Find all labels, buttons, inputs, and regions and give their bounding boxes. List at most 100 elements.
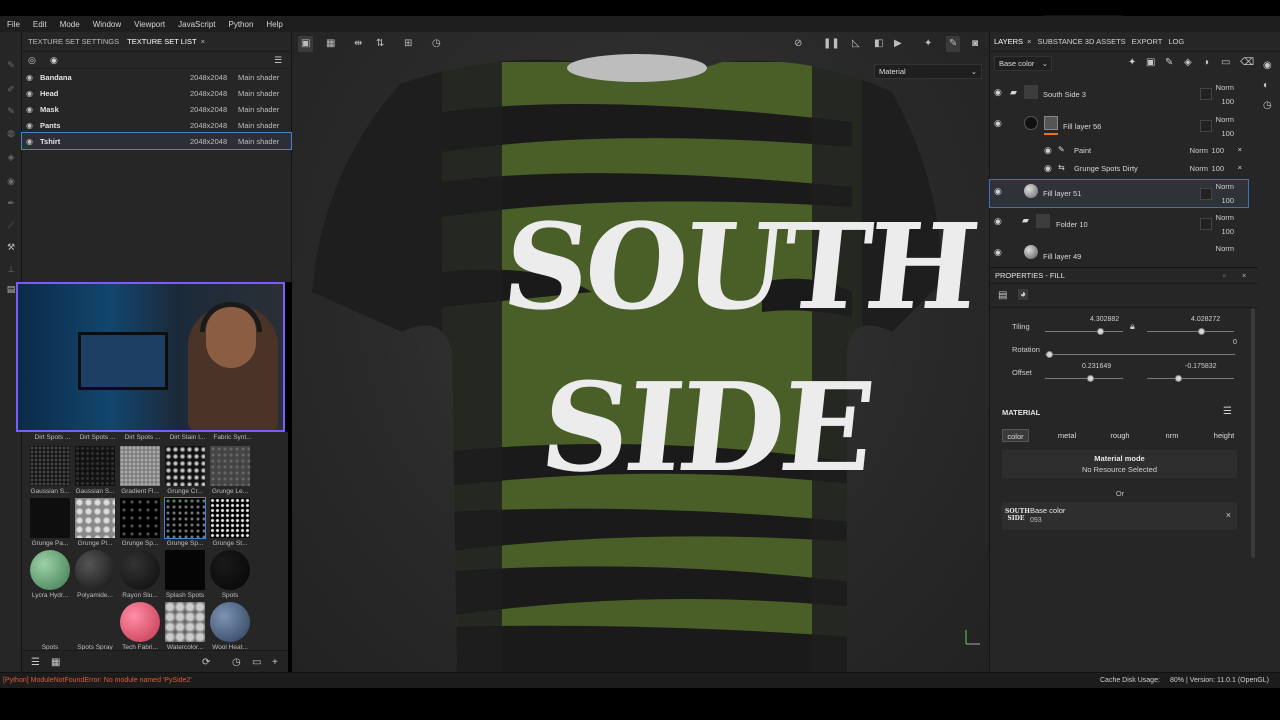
texture-set-shader[interactable]: Main shader [238,121,279,130]
blend-mode[interactable]: Norm [1216,182,1234,191]
rotation-slider[interactable] [1045,354,1235,355]
eye-settings-icon[interactable]: ◉ [1263,60,1272,71]
uv-settings-icon[interactable]: ▤ [998,290,1007,301]
offset-v-slider[interactable] [1147,378,1234,379]
smudge-tool-icon[interactable]: ◈ [6,152,16,162]
shelf-thumbnail[interactable] [120,498,160,538]
shelf-thumbnail[interactable] [75,446,115,486]
shelf-thumbnail[interactable] [30,550,70,590]
shelf-icon[interactable]: ▤ [6,284,16,294]
filter-list-icon[interactable]: ☰ [31,657,40,668]
shelf-thumbnail[interactable] [165,446,205,486]
layer-row-selected[interactable]: ◉ Fill layer 51 Norm 100 [989,179,1249,208]
list-item-selected[interactable]: ◉ Tshirt 2048x2048 Main shader [21,132,292,150]
filter-list-icon[interactable]: ☰ [1223,406,1232,417]
menu-file[interactable]: File [7,20,20,29]
layer-opacity[interactable]: 100 [1221,97,1234,106]
rotation-knob[interactable] [1046,351,1053,358]
channel-rough-button[interactable]: rough [1107,429,1133,442]
eye-icon[interactable]: ◉ [26,105,40,114]
channel-color-button[interactable]: color [1002,429,1029,442]
properties-scrollbar[interactable] [1251,308,1255,558]
layer-row[interactable]: ◉ ▰ Folder 10 Norm 100 [990,210,1248,238]
channel-height-button[interactable]: height [1209,429,1239,442]
menu-edit[interactable]: Edit [33,20,47,29]
paint-brush-tool-icon[interactable]: ✎ [6,60,16,70]
offset-u-slider[interactable] [1045,378,1123,379]
eye-icon[interactable]: ◉ [1044,145,1052,156]
tiling-u-knob[interactable] [1097,328,1104,335]
layer-name[interactable]: Grunge Spots Dirty [1074,164,1138,173]
list-item[interactable]: ◉ Head 2048x2048 Main shader [22,85,291,101]
menu-lines-icon[interactable]: ☰ [274,55,282,66]
layer-opacity[interactable]: 100 [1211,164,1224,173]
layer-opacity[interactable]: 100 [1211,146,1224,155]
polygon-fill-icon[interactable]: ⟋ [6,220,16,230]
shelf-thumbnail[interactable] [75,602,115,642]
color-picker-icon[interactable]: ✒ [6,198,16,208]
refresh-icon[interactable]: ⟳ [202,657,210,668]
blend-mode[interactable]: Norm [1216,244,1234,253]
shelf-thumbnail[interactable] [75,550,115,590]
eye-icon[interactable]: ◉ [1044,163,1052,174]
add-icon[interactable]: + [272,657,278,668]
tiling-u-slider[interactable] [1045,331,1123,332]
shelf-thumbnail[interactable] [30,446,70,486]
texture-set-shader[interactable]: Main shader [238,105,279,114]
paint-layer-icon[interactable]: ✎ [1165,57,1173,68]
grid-view-icon[interactable]: ▦ [51,657,60,668]
history-icon[interactable]: ◷ [1263,100,1272,111]
layer-row[interactable]: ◉ ⇆ Grunge Spots Dirty Norm 100 × [990,160,1248,176]
eye-icon[interactable]: ◉ [994,186,1002,197]
wand-icon[interactable]: ✦ [1128,57,1136,68]
base-color-resource-slot[interactable]: SOUTH SIDE Base color 093 × [1002,502,1237,530]
shelf-thumbnail[interactable] [210,446,250,486]
bake-icon[interactable]: ⚒ [6,242,16,252]
blend-mode[interactable]: Norm [1190,146,1208,155]
fill-layer-icon[interactable]: ◈ [1184,57,1192,68]
layer-row[interactable]: ◉ Fill layer 49 Norm [990,242,1248,264]
tab-texture-set-list[interactable]: TEXTURE SET LIST [127,37,196,46]
lock-icon[interactable]: 🔒︎ [1130,321,1135,332]
channel-select[interactable]: Base color ⌄ [994,56,1052,71]
shelf-thumbnail[interactable] [120,602,160,642]
maximize-icon[interactable]: ▫ [1223,268,1226,284]
tab-substance-3d-assets[interactable]: SUBSTANCE 3D ASSETS [1037,37,1125,46]
error-message[interactable]: [Python] ModuleNotFoundError: No module … [3,677,192,684]
close-icon[interactable]: × [1238,163,1242,172]
eraser-tool-icon[interactable]: ✐ [6,84,16,94]
layer-name[interactable]: South Side 3 [1043,90,1086,99]
layer-opacity[interactable]: 100 [1221,196,1234,205]
channel-metal-button[interactable]: metal [1054,429,1080,442]
tab-export[interactable]: EXPORT [1132,37,1163,46]
mask-icon[interactable]: ▣ [1146,57,1155,68]
blend-mode[interactable]: Norm [1216,115,1234,124]
trash-icon[interactable]: ⌫ [1240,57,1254,68]
shelf-thumbnail[interactable] [75,498,115,538]
shelf-thumbnail[interactable] [120,446,160,486]
list-item[interactable]: ◉ Pants 2048x2048 Main shader [22,117,291,133]
geometry-mask-icon[interactable]: ◍ [6,128,16,138]
folder-icon[interactable]: ▭ [1221,57,1230,68]
shelf-thumbnail[interactable] [164,497,206,539]
effect-icon[interactable]: ◑ [1203,57,1209,68]
eye-icon[interactable]: ◉ [994,247,1002,258]
measure-icon[interactable]: ⊥ [6,264,16,274]
shelf-thumbnail[interactable] [165,602,205,642]
channel-nrm-button[interactable]: nrm [1159,429,1185,442]
menu-help[interactable]: Help [266,20,282,29]
shelf-thumbnail[interactable] [30,498,70,538]
layer-name[interactable]: Fill layer 51 [1043,189,1081,198]
tiling-v-slider[interactable] [1147,331,1234,332]
layer-opacity[interactable]: 100 [1221,227,1234,236]
material-mode-slot[interactable]: Material mode No Resource Selected [1002,450,1237,478]
shelf-thumbnail[interactable] [210,498,250,538]
eye-icon[interactable]: ◉ [26,137,40,146]
tab-texture-set-settings[interactable]: TEXTURE SET SETTINGS [28,37,119,46]
texture-set-shader[interactable]: Main shader [238,137,279,146]
eye-icon[interactable]: ◉ [994,87,1002,98]
menu-javascript[interactable]: JavaScript [178,20,215,29]
eye-icon[interactable]: ◉ [994,216,1002,227]
list-item[interactable]: ◉ Bandana 2048x2048 Main shader [22,69,291,85]
tiling-v-knob[interactable] [1198,328,1205,335]
